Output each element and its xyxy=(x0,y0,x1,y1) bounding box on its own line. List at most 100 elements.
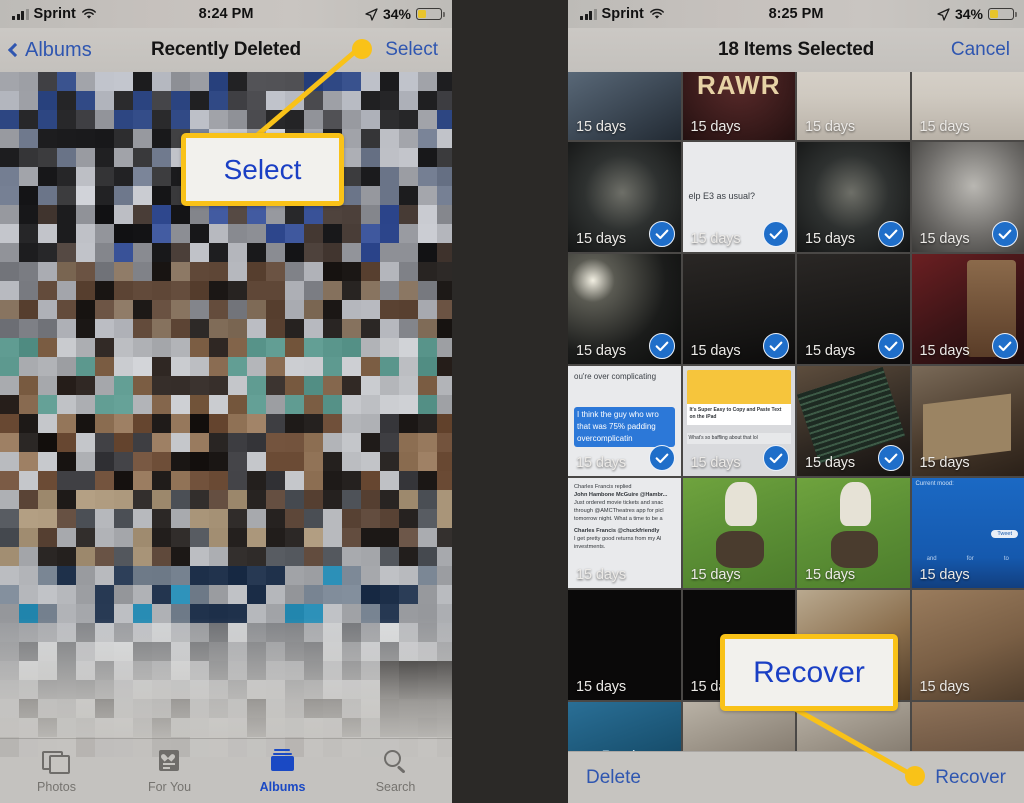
thumb-line: John Hambone McGuire @Hambr... xyxy=(574,492,668,499)
days-remaining-label: 15 days xyxy=(690,567,741,583)
left-nav-bar: Albums Recently Deleted Select xyxy=(0,28,452,72)
selected-check-icon[interactable] xyxy=(763,333,789,359)
tab-for-you[interactable]: For You xyxy=(113,739,226,803)
photo-cell[interactable]: ou're over complicating I think the guy … xyxy=(568,366,681,476)
thumb-line: Charles Francis @chuckfriendly xyxy=(574,527,660,534)
selected-check-icon[interactable] xyxy=(648,333,675,359)
battery-percent-label: 34% xyxy=(382,6,411,22)
photo-cell[interactable]: 15 days xyxy=(911,142,1024,252)
tab-bar: Photos For You Albums Search xyxy=(0,738,452,803)
photo-cell[interactable]: 15 days xyxy=(797,254,910,364)
right-status-bar: Sprint 8:25 PM 34% xyxy=(568,0,1024,28)
days-remaining-label: 15 days xyxy=(690,343,741,359)
thumb-overlay-text: It's Super Easy to Copy and Paste Text o… xyxy=(686,404,791,425)
photo-cell[interactable]: 15 days xyxy=(911,254,1024,364)
select-callout: Select xyxy=(181,133,344,206)
battery-icon xyxy=(988,7,1017,21)
days-remaining-label: 15 days xyxy=(919,119,970,135)
days-remaining-label: 15 days xyxy=(690,231,741,247)
tab-albums[interactable]: Albums xyxy=(226,739,339,803)
recover-button[interactable]: Recover xyxy=(935,767,1006,789)
selected-check-icon[interactable] xyxy=(763,221,789,247)
photo-cell[interactable]: 15 days xyxy=(682,478,795,588)
keyboard-suggestion[interactable]: to xyxy=(1004,556,1009,562)
tweet-button[interactable]: Tweet xyxy=(991,530,1018,538)
for-you-icon xyxy=(155,748,185,774)
location-arrow-icon xyxy=(365,7,378,21)
status-right-group: 34% xyxy=(365,6,445,22)
thumb-overlay-text: Current mood: xyxy=(915,481,954,487)
days-remaining-label: 15 days xyxy=(690,119,741,135)
photo-cell[interactable]: 15 days xyxy=(797,478,910,588)
tab-albums-label: Albums xyxy=(259,780,306,794)
albums-icon xyxy=(268,748,298,774)
thumb-sub-text: What's so baffling about that lol xyxy=(686,432,791,444)
days-remaining-label: 15 days xyxy=(576,455,627,471)
photo-cell[interactable]: Charles Francis replied John Hambone McGu… xyxy=(568,478,681,588)
thumb-line: through @AMCTheatres app for picl xyxy=(574,508,664,515)
photo-cell[interactable]: 15 days xyxy=(568,254,681,364)
battery-percent-label: 34% xyxy=(954,6,983,22)
days-remaining-label: 15 days xyxy=(805,119,856,135)
tab-for-you-label: For You xyxy=(147,780,192,794)
keyboard-suggestion[interactable]: for xyxy=(967,556,974,562)
thumb-overlay-text: ou're over complicating xyxy=(574,372,657,381)
selected-check-icon[interactable] xyxy=(877,221,904,247)
tab-search-label: Search xyxy=(375,780,416,794)
days-remaining-label: 15 days xyxy=(805,231,856,247)
days-remaining-label: 15 days xyxy=(919,231,970,247)
photo-cell[interactable] xyxy=(911,702,1024,751)
selected-check-icon[interactable] xyxy=(992,333,1018,359)
select-button[interactable]: Select xyxy=(385,39,438,61)
selected-check-icon[interactable] xyxy=(648,445,675,471)
selected-check-icon[interactable] xyxy=(648,221,675,247)
screenshot-root: Sprint 8:24 PM 34% Albums Recently Delet… xyxy=(0,0,1024,803)
thumb-overlay-text: elp E3 as usual? xyxy=(688,191,756,202)
photo-cell[interactable]: RAWR 15 days xyxy=(682,72,795,140)
recover-callout: Recover xyxy=(720,634,898,711)
photo-cell[interactable]: 15 days xyxy=(911,366,1024,476)
battery-icon xyxy=(416,7,445,21)
selection-action-bar: Delete Recover xyxy=(568,751,1024,803)
thumb-line: Just ordered movie tickets and snac xyxy=(574,500,664,507)
tab-search[interactable]: Search xyxy=(339,739,452,803)
photo-cell[interactable]: elp E3 as usual? 15 days xyxy=(682,142,795,252)
photo-cell[interactable]: 15 days xyxy=(911,72,1024,140)
days-remaining-label: 15 days xyxy=(919,343,970,359)
thumb-line: I get pretty good returns from my Al xyxy=(574,535,662,542)
photo-cell[interactable]: 15 days xyxy=(568,72,681,140)
page-title: Recently Deleted xyxy=(151,39,301,60)
photo-cell[interactable]: It's Super Easy to Copy and Paste Text o… xyxy=(682,366,795,476)
photo-cell[interactable]: 15 days xyxy=(797,72,910,140)
selected-check-icon[interactable] xyxy=(763,445,789,471)
delete-button[interactable]: Delete xyxy=(586,767,641,789)
days-remaining-label: 15 days xyxy=(576,231,627,247)
photo-cell[interactable]: 15 days xyxy=(797,366,910,476)
cancel-button[interactable]: Cancel xyxy=(951,39,1010,61)
days-remaining-label: 15 days xyxy=(919,567,970,583)
photos-icon xyxy=(41,748,72,774)
photo-cell[interactable]: Beebs xyxy=(568,702,681,751)
tab-photos-label: Photos xyxy=(37,780,76,794)
left-phone-screen: Sprint 8:24 PM 34% Albums Recently Delet… xyxy=(0,0,452,803)
photo-cell[interactable]: Current mood: Tweet and for to 15 days xyxy=(911,478,1024,588)
thumb-overlay-text: RAWR xyxy=(697,72,781,100)
days-remaining-label: 15 days xyxy=(576,119,627,135)
photo-cell[interactable]: 15 days xyxy=(682,254,795,364)
photo-cell[interactable]: 15 days xyxy=(797,142,910,252)
selected-check-icon[interactable] xyxy=(877,333,904,359)
photo-cell[interactable]: 15 days xyxy=(911,590,1024,700)
status-right-group: 34% xyxy=(937,6,1017,22)
days-remaining-label: 15 days xyxy=(576,343,627,359)
keyboard-suggestion[interactable]: and xyxy=(927,556,937,562)
days-remaining-label: 15 days xyxy=(690,455,741,471)
selected-check-icon[interactable] xyxy=(877,445,904,471)
thumb-line: investments. xyxy=(574,543,606,550)
photo-cell[interactable]: 15 days xyxy=(568,590,681,700)
select-callout-anchor-dot xyxy=(352,39,372,59)
photo-cell[interactable]: 15 days xyxy=(568,142,681,252)
selected-check-icon[interactable] xyxy=(992,221,1018,247)
days-remaining-label: 15 days xyxy=(576,679,627,695)
tab-photos[interactable]: Photos xyxy=(0,739,113,803)
days-remaining-label: 15 days xyxy=(805,455,856,471)
